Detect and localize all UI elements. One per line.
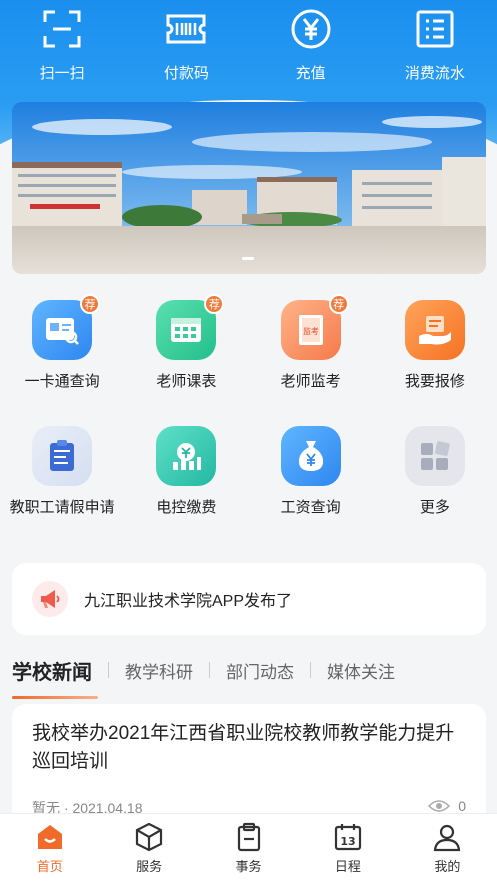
teacher-invigilation-label: 老师监考 <box>280 373 341 390</box>
eye-icon <box>428 800 451 812</box>
id-card-icon: 荐 <box>32 294 101 360</box>
tabbar-home-label: 首页 <box>36 859 63 874</box>
campus-banner[interactable] <box>12 102 486 274</box>
recommend-badge: 荐 <box>328 294 349 314</box>
recharge-label: 充值 <box>295 65 326 82</box>
salary-query-item[interactable]: 工资查询 <box>249 426 373 552</box>
electricity-payment-label: 电控缴费 <box>156 499 217 516</box>
tabbar-services[interactable]: 服务 <box>99 814 198 883</box>
electricity-icon <box>156 426 217 486</box>
electricity-payment-item[interactable]: 电控缴费 <box>124 426 248 552</box>
card-query-item[interactable]: 荐 一卡通查询 <box>0 294 124 426</box>
recommend-badge: 荐 <box>80 294 101 314</box>
megaphone-icon <box>32 581 68 617</box>
quick-actions: 扫一扫 付款码 充值 消费流水 <box>0 0 497 90</box>
announcement-bar[interactable]: 九江职业技术学院APP发布了 <box>12 563 486 635</box>
tabbar-mine[interactable]: 我的 <box>398 814 497 883</box>
recommend-badge: 荐 <box>204 294 225 314</box>
clipboard-icon <box>237 822 260 852</box>
leave-icon <box>32 426 93 486</box>
tab-teaching-research[interactable]: 教学科研 <box>125 658 193 683</box>
payment-code-label: 付款码 <box>163 65 209 82</box>
tabbar-home[interactable]: 首页 <box>0 814 99 883</box>
exam-inner-text: 监考 <box>303 326 319 336</box>
teacher-schedule-label: 老师课表 <box>156 373 217 390</box>
staff-leave-label: 教职工请假申请 <box>9 499 115 516</box>
exam-icon: 监考 荐 <box>280 294 349 360</box>
scan-icon <box>43 10 81 48</box>
box-icon <box>136 822 163 852</box>
service-grid: 荐 一卡通查询 荐 老师课表 监考 荐 老师监考 我要报修 教职工请假申请 电控… <box>0 294 497 552</box>
calendar-13-icon: 13 <box>334 824 362 851</box>
yuan-icon <box>291 9 331 49</box>
tabbar-schedule-label: 日程 <box>334 859 361 874</box>
tabbar-schedule[interactable]: 13 日程 <box>298 814 397 883</box>
article-views: 0 <box>428 798 466 814</box>
more-services-label: 更多 <box>419 499 450 516</box>
teacher-schedule-item[interactable]: 荐 老师课表 <box>124 294 248 426</box>
tab-media-focus[interactable]: 媒体关注 <box>327 658 395 683</box>
calendar-icon: 荐 <box>156 294 225 360</box>
teacher-invigilation-item[interactable]: 监考 荐 老师监考 <box>249 294 373 426</box>
campus-photo <box>12 102 486 274</box>
user-icon <box>434 824 461 852</box>
announcement-text: 九江职业技术学院APP发布了 <box>84 593 293 610</box>
home-icon <box>37 825 62 849</box>
scan-button[interactable]: 扫一扫 <box>0 0 124 90</box>
article-title: 我校举办2021年江西省职业院校教师教学能力提升巡回培训 <box>32 723 455 772</box>
staff-leave-item[interactable]: 教职工请假申请 <box>0 426 124 552</box>
view-count: 0 <box>458 798 466 814</box>
consumption-list-button[interactable]: 消费流水 <box>373 0 497 90</box>
bottom-tab-bar: 首页 服务 事务 13 日程 我的 <box>0 813 497 883</box>
payment-code-icon <box>166 14 206 44</box>
repair-icon <box>404 300 465 360</box>
more-services-item[interactable]: 更多 <box>373 426 497 552</box>
tab-school-news[interactable]: 学校新闻 <box>12 656 98 699</box>
consumption-list-label: 消费流水 <box>404 65 465 82</box>
tab-divider <box>108 662 109 678</box>
recharge-button[interactable]: 充值 <box>249 0 373 90</box>
more-icon <box>404 426 465 486</box>
tabbar-services-label: 服务 <box>136 859 163 874</box>
scan-label: 扫一扫 <box>39 65 85 82</box>
payment-code-button[interactable]: 付款码 <box>124 0 248 90</box>
salary-icon <box>280 426 341 486</box>
tabbar-affairs[interactable]: 事务 <box>199 814 298 883</box>
tab-department-news[interactable]: 部门动态 <box>226 658 294 683</box>
list-icon <box>416 10 454 48</box>
repair-request-item[interactable]: 我要报修 <box>373 300 497 426</box>
repair-request-label: 我要报修 <box>404 373 465 390</box>
tabbar-affairs-label: 事务 <box>235 859 262 874</box>
salary-query-label: 工资查询 <box>280 499 341 516</box>
calendar-day-text: 13 <box>340 835 355 848</box>
news-tabs: 学校新闻 教学科研 部门动态 媒体关注 <box>12 648 486 699</box>
tabbar-mine-label: 我的 <box>434 859 461 874</box>
card-query-label: 一卡通查询 <box>24 373 100 390</box>
tab-divider <box>310 662 311 678</box>
tab-divider <box>209 662 210 678</box>
